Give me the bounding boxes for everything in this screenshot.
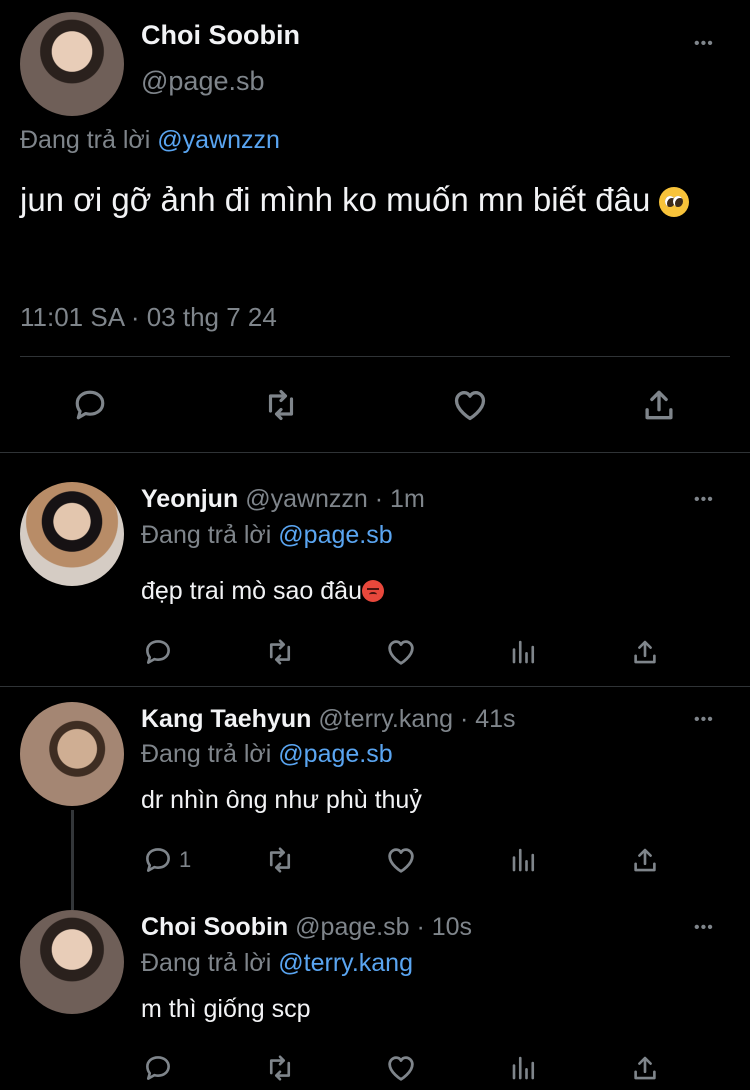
- author-name[interactable]: Choi Soobin: [141, 913, 288, 941]
- tweet-text: m thì giống scp: [141, 995, 311, 1023]
- reply-to-link[interactable]: @page.sb: [278, 521, 392, 549]
- reply-to-link[interactable]: @yawnzzn: [157, 126, 280, 154]
- author-name[interactable]: Choi Soobin: [141, 20, 300, 51]
- reply-icon: [75, 390, 105, 420]
- avatar[interactable]: [20, 910, 124, 1014]
- views-button[interactable]: [508, 636, 540, 668]
- reply-prefix: Đang trả lời: [20, 126, 151, 154]
- reply-context: Đang trả lời @terry.kang: [141, 949, 413, 978]
- retweet-button[interactable]: [259, 385, 303, 425]
- share-icon: [645, 390, 673, 420]
- more-options-button[interactable]: •••: [694, 920, 714, 936]
- views-button[interactable]: [508, 844, 540, 876]
- reply-count: 1: [179, 847, 192, 872]
- share-button[interactable]: [628, 844, 662, 876]
- like-button[interactable]: [384, 1052, 418, 1084]
- reply-prefix: Đang trả lời: [141, 949, 272, 977]
- tweet-text: đẹp trai mò sao đâu: [141, 577, 384, 606]
- retweet-icon: [268, 389, 294, 421]
- avatar[interactable]: [20, 12, 124, 116]
- reply-prefix: Đang trả lời: [141, 740, 272, 768]
- tweet-text: dr nhìn ông như phù thuỷ: [141, 786, 422, 814]
- share-button[interactable]: [628, 636, 662, 668]
- divider: [0, 452, 750, 453]
- reply-icon: [146, 640, 170, 664]
- reply-button[interactable]: [70, 385, 110, 425]
- share-icon: [634, 1056, 656, 1080]
- avatar[interactable]: [20, 482, 124, 586]
- reply-icon: [146, 1056, 170, 1080]
- author-handle-time[interactable]: @yawnzzn · 1m: [245, 485, 425, 513]
- heart-icon: [388, 848, 414, 873]
- heart-icon: [388, 1056, 414, 1081]
- reply-to-link[interactable]: @terry.kang: [278, 949, 413, 977]
- retweet-icon: [269, 847, 291, 873]
- share-icon: [634, 640, 656, 664]
- reply-prefix: Đang trả lời: [141, 521, 272, 549]
- author-handle-time[interactable]: @page.sb · 10s: [295, 913, 472, 941]
- reply-header: Choi Soobin @page.sb · 10s: [141, 913, 472, 942]
- retweet-button[interactable]: [262, 844, 298, 876]
- views-chart-icon: [512, 640, 535, 664]
- reply-header: Yeonjun @yawnzzn · 1m: [141, 485, 425, 514]
- heart-icon: [454, 390, 486, 421]
- author-name[interactable]: Kang Taehyun: [141, 705, 311, 733]
- reply-button[interactable]: [141, 844, 175, 876]
- like-button[interactable]: [449, 384, 491, 426]
- tweet-timestamp: 11:01 SA · 03 thg 7 24: [20, 302, 277, 332]
- more-options-button[interactable]: •••: [694, 712, 714, 728]
- views-chart-icon: [512, 1056, 535, 1080]
- reply-header: Kang Taehyun @terry.kang · 41s: [141, 705, 516, 734]
- tweet-text-content: đẹp trai mò sao đâu: [141, 577, 362, 605]
- reply-context: Đang trả lời @yawnzzn: [20, 126, 280, 155]
- retweet-button[interactable]: [262, 636, 298, 668]
- angry-face-emoji: [361, 580, 384, 602]
- reply-to-link[interactable]: @page.sb: [278, 740, 392, 768]
- share-icon: [634, 848, 656, 872]
- author-handle-time[interactable]: @terry.kang · 41s: [318, 705, 515, 733]
- reply-button[interactable]: [141, 636, 175, 668]
- retweet-icon: [269, 639, 291, 665]
- thread-line: [71, 810, 74, 910]
- pleading-face-emoji: [659, 187, 690, 218]
- divider: [0, 686, 750, 687]
- reply-context: Đang trả lời @page.sb: [141, 521, 393, 550]
- retweet-icon: [269, 1055, 291, 1081]
- share-button[interactable]: [638, 384, 680, 426]
- reply-icon: [146, 848, 170, 872]
- more-options-button[interactable]: •••: [694, 36, 714, 52]
- tweet-text-content: jun ơi gỡ ảnh đi mình ko muốn mn biết đâ…: [20, 181, 651, 218]
- like-button[interactable]: [384, 844, 418, 876]
- tweet-text: jun ơi gỡ ảnh đi mình ko muốn mn biết đâ…: [20, 176, 740, 224]
- reply-button[interactable]: [141, 1052, 175, 1084]
- author-name[interactable]: Yeonjun: [141, 485, 238, 513]
- heart-icon: [388, 640, 414, 665]
- share-button[interactable]: [628, 1052, 662, 1084]
- more-options-button[interactable]: •••: [694, 492, 714, 508]
- views-chart-icon: [512, 848, 535, 872]
- author-handle[interactable]: @page.sb: [141, 66, 265, 97]
- avatar[interactable]: [20, 702, 124, 806]
- like-button[interactable]: [384, 636, 418, 668]
- divider: [20, 356, 730, 357]
- retweet-button[interactable]: [262, 1052, 298, 1084]
- reply-context: Đang trả lời @page.sb: [141, 740, 393, 769]
- views-button[interactable]: [508, 1052, 540, 1084]
